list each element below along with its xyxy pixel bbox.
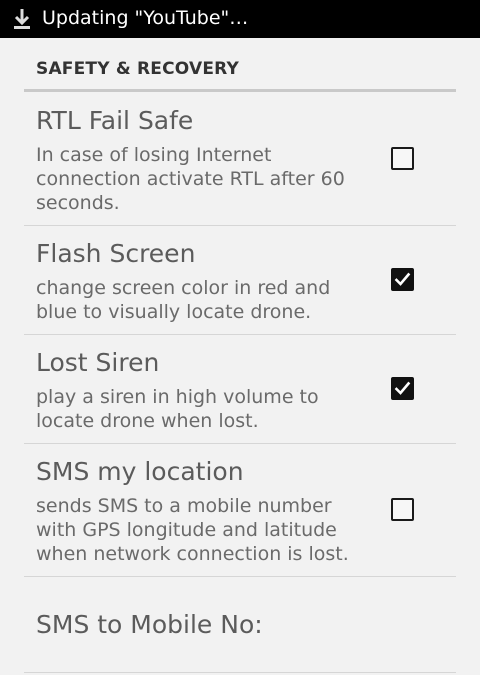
rtl-fail-safe-checkbox[interactable] [391, 147, 414, 170]
pref-flash-screen[interactable]: Flash Screen change screen color in red … [24, 226, 456, 334]
pref-title: SMS my location [36, 457, 244, 486]
checkmark-icon [394, 381, 411, 395]
pref-title: RTL Fail Safe [36, 106, 194, 135]
pref-title: Lost Siren [36, 348, 160, 377]
pref-sms-my-location[interactable]: SMS my location sends SMS to a mobile nu… [24, 444, 456, 576]
divider [24, 672, 456, 673]
pref-summary: In case of losing Internet connection ac… [36, 144, 345, 214]
section-header: SAFETY & RECOVERY [36, 59, 240, 79]
section-divider [24, 89, 456, 92]
pref-title: Flash Screen [36, 239, 196, 268]
pref-summary: change screen color in red and blue to v… [36, 277, 331, 323]
checkmark-icon [394, 272, 411, 286]
status-bar: Updating "YouTube"… [0, 0, 480, 38]
pref-summary: play a siren in high volume to locate dr… [36, 386, 319, 432]
pref-sms-mobile-number[interactable]: SMS to Mobile No: [24, 577, 456, 671]
pref-title: SMS to Mobile No: [36, 610, 263, 639]
pref-summary: sends SMS to a mobile number with GPS lo… [36, 495, 349, 565]
status-notification-text: Updating "YouTube"… [42, 7, 249, 29]
lost-siren-checkbox[interactable] [391, 377, 414, 400]
flash-screen-checkbox[interactable] [391, 268, 414, 291]
sms-my-location-checkbox[interactable] [391, 498, 414, 521]
pref-rtl-fail-safe[interactable]: RTL Fail Safe In case of losing Internet… [24, 96, 456, 224]
pref-lost-siren[interactable]: Lost Siren play a siren in high volume t… [24, 335, 456, 443]
download-icon [12, 7, 32, 31]
